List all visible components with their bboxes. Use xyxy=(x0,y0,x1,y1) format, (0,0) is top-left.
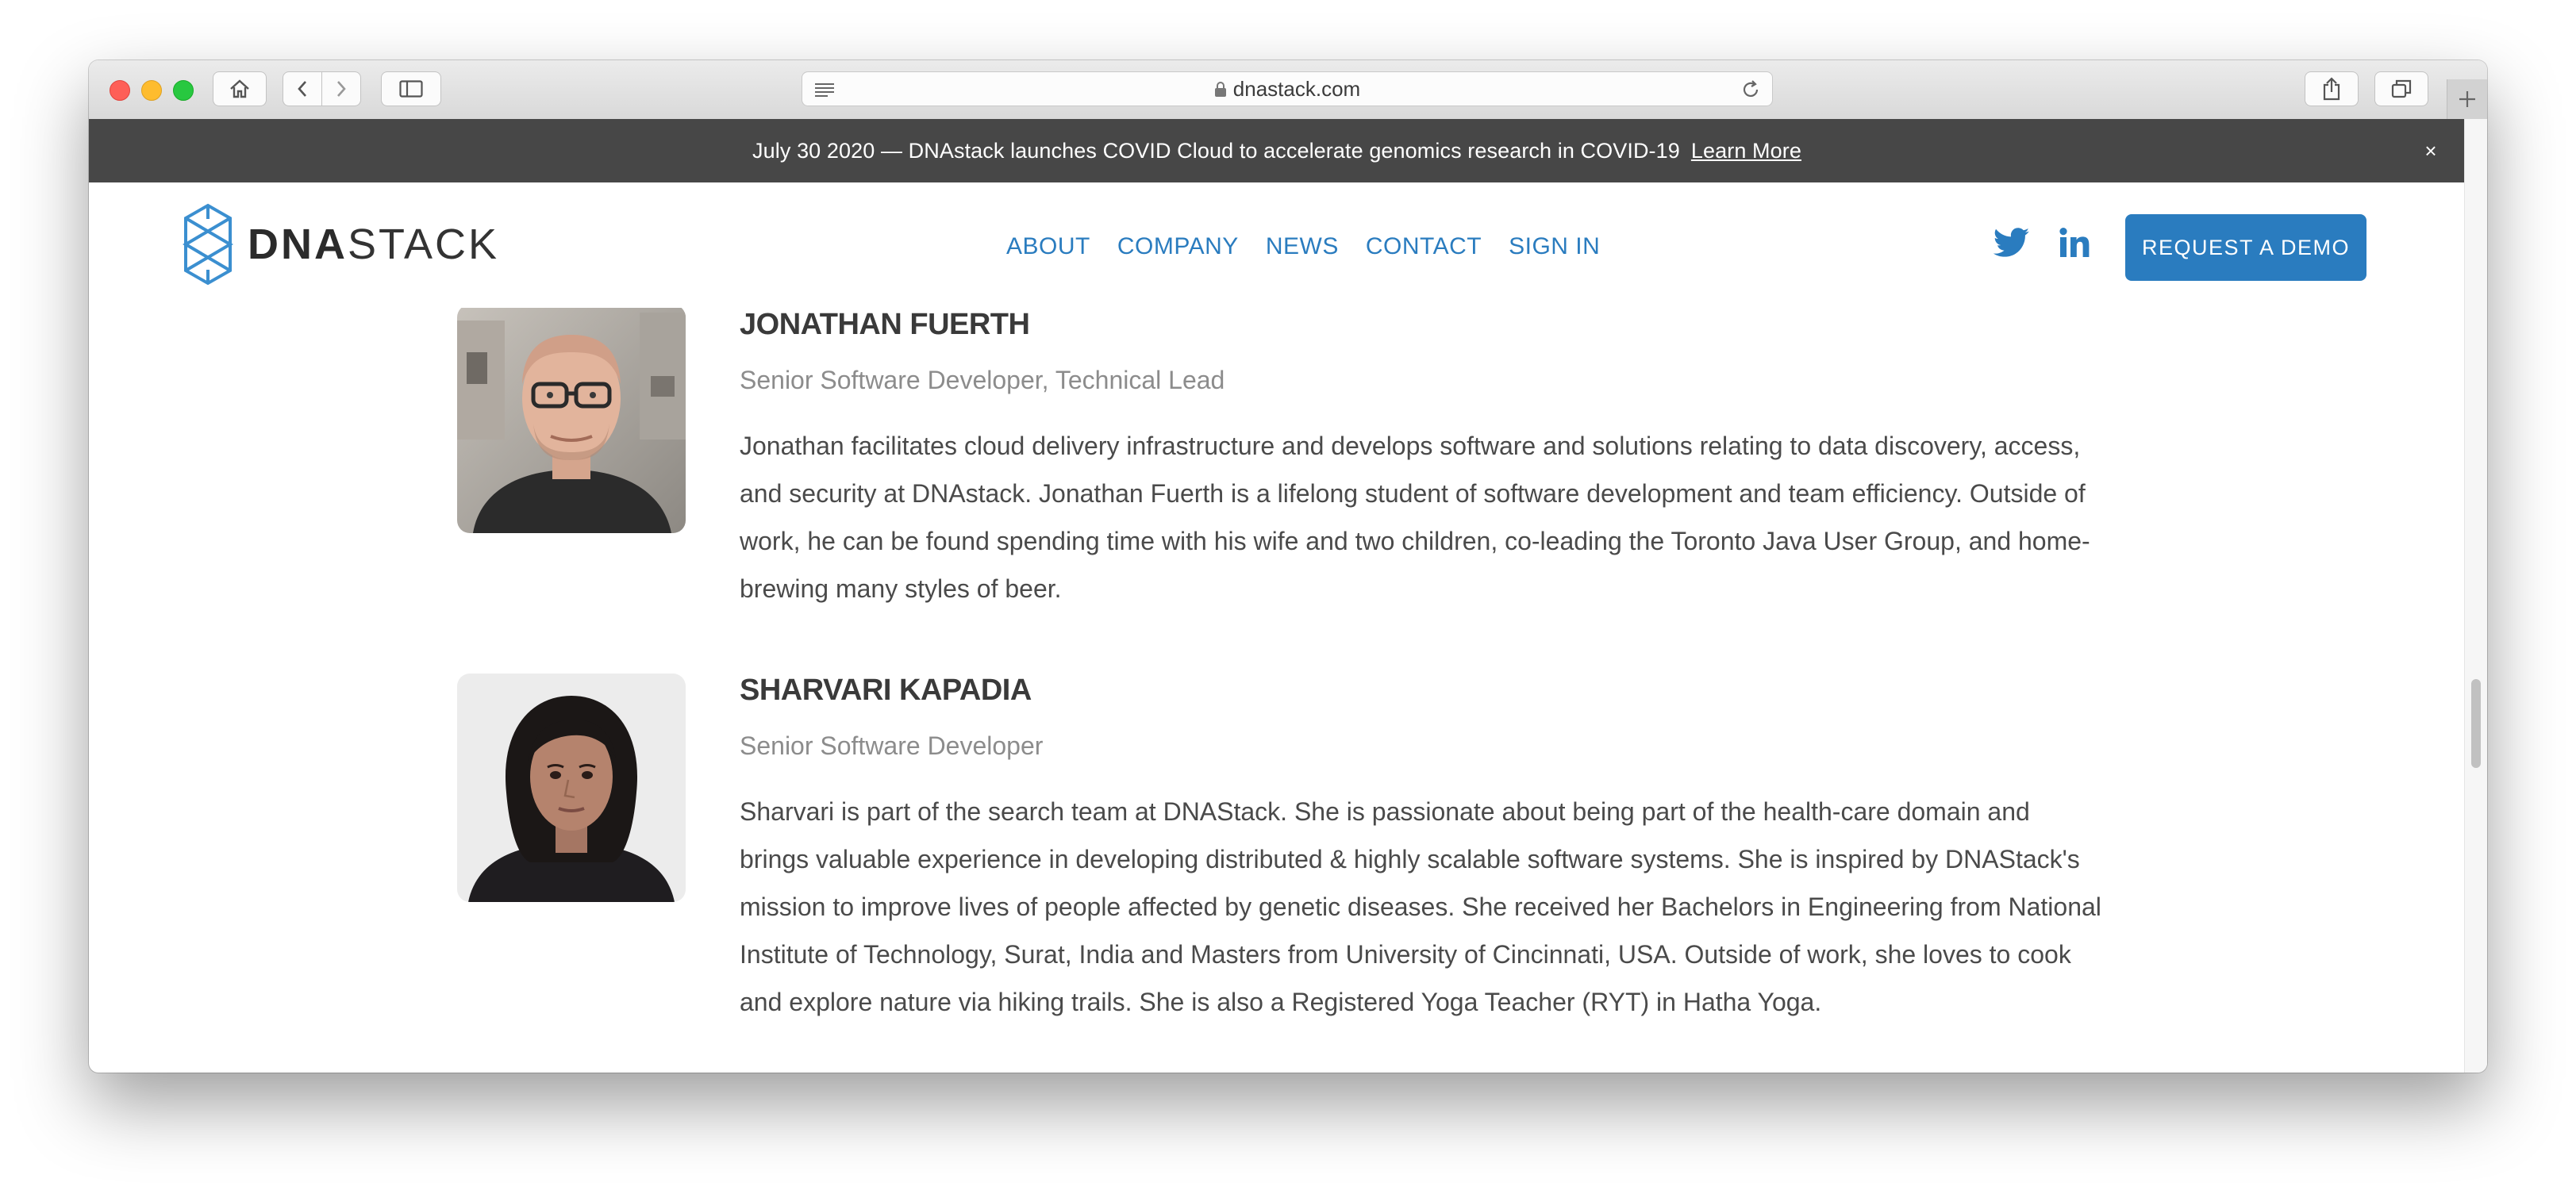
person-photo-icon xyxy=(457,674,686,902)
logo-text-light: STACK xyxy=(348,221,500,268)
share-icon xyxy=(2323,77,2340,101)
logo-text-bold: DNA xyxy=(248,221,348,268)
team-member-info: SHARVARI KAPADIA Senior Software Develop… xyxy=(740,674,2105,1026)
nav-about[interactable]: ABOUT xyxy=(1006,233,1090,260)
forward-button[interactable] xyxy=(321,71,361,106)
lock-icon xyxy=(1214,82,1226,97)
scrollbar-thumb[interactable] xyxy=(2471,679,2481,768)
site-header: DNASTACK ABOUT COMPANY NEWS CONTACT SIGN… xyxy=(89,182,2465,308)
browser-window: dnastack.com July 30 2020 — DNAstack lau… xyxy=(89,60,2487,1073)
nav-news[interactable]: NEWS xyxy=(1266,233,1339,260)
tabs-button[interactable] xyxy=(2374,71,2428,106)
url-label: dnastack.com xyxy=(1232,77,1361,101)
announcement-close-button[interactable]: × xyxy=(2419,139,2443,163)
announcement-bar: July 30 2020 — DNAstack launches COVID C… xyxy=(89,119,2465,182)
sidebar-icon xyxy=(399,80,423,98)
reload-icon[interactable] xyxy=(1740,79,1761,100)
request-demo-button[interactable]: REQUEST A DEMO xyxy=(2125,214,2366,281)
dnastack-logo[interactable]: DNASTACK xyxy=(183,203,499,286)
team-member-info: JONATHAN FUERTH Senior Software Develope… xyxy=(740,308,2105,612)
learn-more-link[interactable]: Learn More xyxy=(1691,139,1801,163)
zoom-window-button[interactable] xyxy=(173,80,194,101)
announcement-text: July 30 2020 — DNAstack launches COVID C… xyxy=(752,138,1680,163)
chevron-left-icon xyxy=(298,81,306,97)
team-member-name: JONATHAN FUERTH xyxy=(740,308,1030,341)
team-member-title: Senior Software Developer, Technical Lea… xyxy=(740,366,1225,394)
new-tab-button[interactable] xyxy=(2447,79,2487,119)
share-button[interactable] xyxy=(2305,71,2359,106)
tab-overview-icon xyxy=(2391,79,2412,98)
person-photo-icon xyxy=(457,308,686,533)
nav-sign-in[interactable]: SIGN IN xyxy=(1509,233,1600,260)
minimize-window-button[interactable] xyxy=(141,80,162,101)
team-member-bio: Jonathan facilitates cloud delivery infr… xyxy=(740,432,2090,603)
address-bar[interactable]: dnastack.com xyxy=(802,71,1773,106)
plus-icon xyxy=(2459,91,2475,107)
dnastack-logo-mark-icon xyxy=(183,203,233,286)
back-button[interactable] xyxy=(283,71,322,106)
team-member-photo xyxy=(457,308,686,533)
team-member-bio: Sharvari is part of the search team at D… xyxy=(740,797,2101,1016)
team-member-title: Senior Software Developer xyxy=(740,731,1044,760)
chevron-right-icon xyxy=(337,81,346,97)
twitter-icon[interactable] xyxy=(1994,228,2030,258)
close-window-button[interactable] xyxy=(110,80,130,101)
team-member-photo xyxy=(457,674,686,902)
home-button[interactable] xyxy=(213,71,267,106)
linkedin-icon[interactable] xyxy=(2059,227,2090,259)
home-icon xyxy=(230,79,249,98)
social-links xyxy=(1994,227,2119,259)
team-section: JONATHAN FUERTH Senior Software Develope… xyxy=(89,308,2465,1073)
url-text: dnastack.com xyxy=(802,72,1772,106)
page-scrollbar[interactable] xyxy=(2464,119,2487,1073)
nav-company[interactable]: COMPANY xyxy=(1117,233,1239,260)
nav-contact[interactable]: CONTACT xyxy=(1366,233,1482,260)
main-nav: ABOUT COMPANY NEWS CONTACT SIGN IN xyxy=(1006,233,1627,260)
sidebar-button[interactable] xyxy=(381,71,441,106)
logo-wordmark: DNASTACK xyxy=(248,220,499,269)
browser-toolbar: dnastack.com xyxy=(89,60,2487,120)
team-member-name: SHARVARI KAPADIA xyxy=(740,674,1032,707)
